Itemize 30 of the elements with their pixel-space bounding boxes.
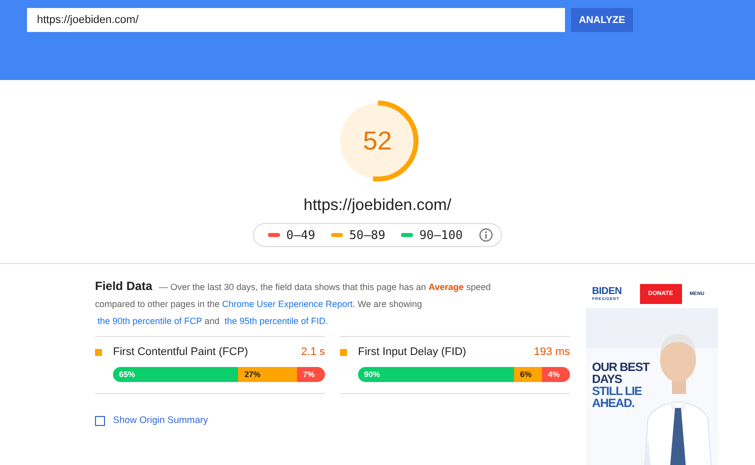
metric-name: First Contentful Paint (FCP) xyxy=(113,346,250,358)
site-logo: BIDEN xyxy=(592,287,622,297)
distribution-segment: 4% xyxy=(542,367,570,382)
distribution-segment: 27% xyxy=(238,367,297,382)
headline-line: OUR BEST xyxy=(592,361,650,373)
metric-value: 2.1 s xyxy=(301,346,325,358)
field-data-description: Field Data — Over the last 30 days, the field data shows that this page has an Average speed compared to other pages in the Chrome User Experience Report. We are showing the 90th percentile of FCP and the 95th percentile of FID. xyxy=(95,278,492,328)
metric-value: 193 ms xyxy=(534,346,570,358)
legend-label: 0–49 xyxy=(286,228,316,242)
distribution-segment: 7% xyxy=(297,367,325,382)
report-link[interactable]: the 90th percentile of xyxy=(98,316,182,326)
distribution-segment: 90% xyxy=(358,367,514,382)
page-url: https://joebiden.com/ xyxy=(304,197,452,215)
distribution-segment: 65% xyxy=(113,367,238,382)
origin-summary-label[interactable]: Show Origin Summary xyxy=(113,415,208,426)
score-value: 52 xyxy=(363,126,392,156)
headline-line: AHEAD. xyxy=(592,397,636,409)
report-link[interactable]: FCP xyxy=(184,316,202,326)
analyze-button[interactable]: ANALYZE xyxy=(571,8,633,32)
metric-name: First Input Delay (FID) xyxy=(358,346,468,358)
url-field[interactable]: https://joebiden.com/ xyxy=(27,8,565,32)
headline-line: DAYS xyxy=(592,373,623,385)
distribution-segment: 6% xyxy=(514,367,542,382)
legend-label: 50–89 xyxy=(349,228,386,242)
info-icon[interactable] xyxy=(478,228,493,242)
origin-summary-checkbox[interactable] xyxy=(95,416,105,426)
legend-label: 90–100 xyxy=(419,228,463,242)
report-link[interactable]: the 95th percentile of FID xyxy=(224,316,326,326)
headline-line: STILL LIE xyxy=(592,385,643,397)
report-link[interactable]: Chrome User Experience Report xyxy=(222,299,353,309)
